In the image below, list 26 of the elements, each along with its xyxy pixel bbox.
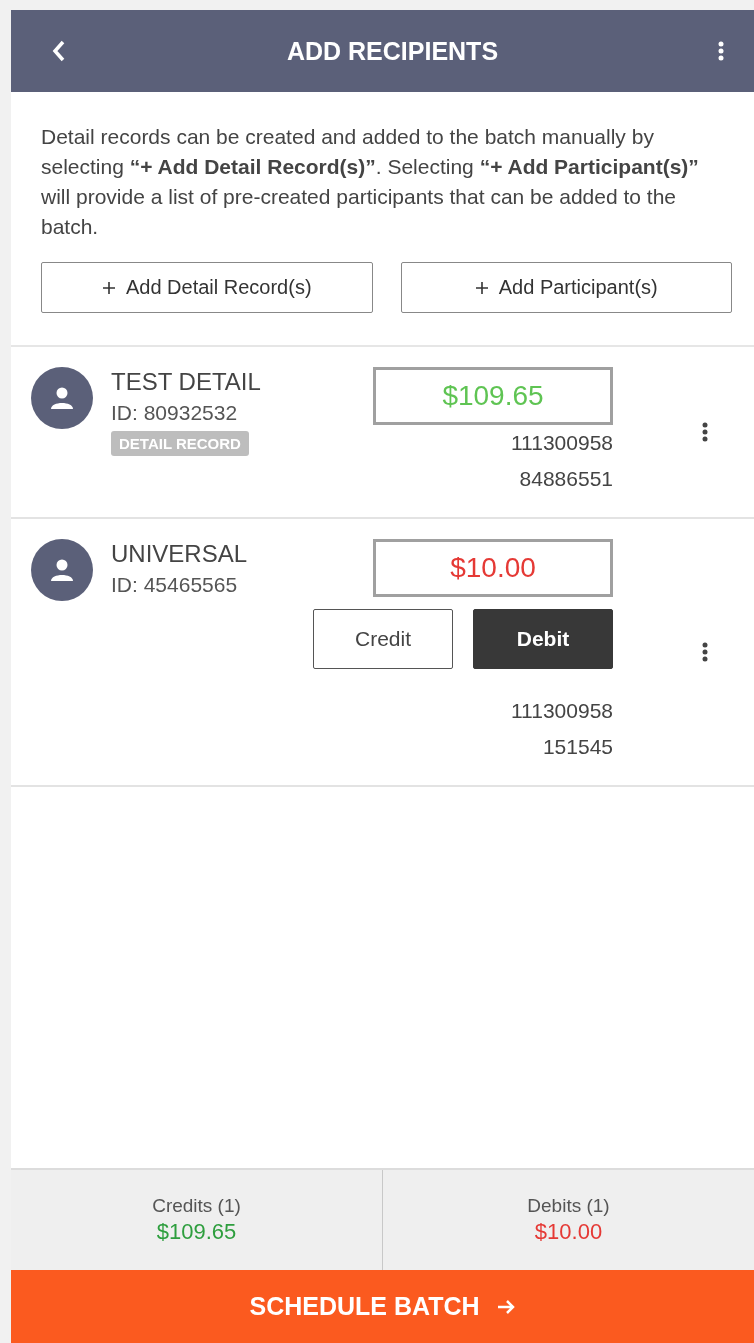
intro-text: Detail records can be created and added to the batch manually by selecting “+ Add Detail Record(s)”. Selecting “+ Add Participant(s)” will provide a list of pre-created participants that can be added to the batch. bbox=[40, 124, 700, 240]
record-tag: DETAIL RECORD bbox=[111, 431, 249, 456]
plus-icon bbox=[474, 280, 489, 295]
recipient-id: ID: 80932532 bbox=[111, 400, 238, 426]
more-icon[interactable] bbox=[718, 41, 724, 61]
more-icon[interactable] bbox=[702, 642, 708, 662]
plus-icon bbox=[101, 280, 116, 295]
page-title: ADD RECIPIENTS bbox=[286, 36, 499, 66]
toggle-button[interactable]: Debit bbox=[473, 609, 613, 669]
toggle-button[interactable]: Credit bbox=[313, 609, 453, 669]
recipient-id: ID: 45465565 bbox=[111, 572, 238, 598]
account-number: 111300958 bbox=[511, 430, 613, 456]
total-amount: $109.65 bbox=[156, 1219, 237, 1245]
back-icon[interactable] bbox=[51, 39, 67, 63]
recipient-name: TEST DETAIL bbox=[111, 367, 261, 397]
amount-field[interactable]: $10.00 bbox=[373, 539, 613, 597]
more-icon[interactable] bbox=[702, 422, 708, 442]
add-button[interactable]: Add Participant(s) bbox=[400, 262, 732, 313]
total-label: Debits (1) bbox=[527, 1195, 610, 1217]
total-amount: $10.00 bbox=[534, 1219, 603, 1245]
recipient-name: UNIVERSAL bbox=[111, 539, 248, 569]
account-number: 151545 bbox=[542, 734, 613, 760]
add-button[interactable]: Add Detail Record(s) bbox=[41, 262, 373, 313]
account-number: 111300958 bbox=[511, 698, 613, 724]
account-number: 84886551 bbox=[519, 466, 613, 492]
total-label: Credits (1) bbox=[152, 1195, 241, 1217]
